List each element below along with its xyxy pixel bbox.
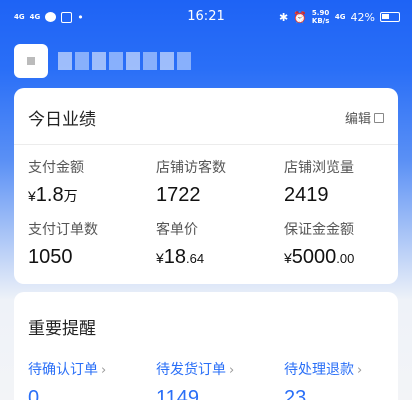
reminder-pending-ship[interactable]: 待发货订单 › 1149 (156, 359, 284, 400)
metric-value: ¥1.8万 (28, 184, 78, 206)
metric-value: ¥5000.00 (284, 246, 355, 268)
reminder-label: 待处理退款 › (284, 362, 363, 378)
metric-avg-order-value[interactable]: 客单价 ¥18.64 (156, 207, 284, 269)
more-dot-icon: • (77, 10, 84, 24)
reminder-value: 0 (28, 387, 40, 400)
metric-label: 保证金金额 (284, 222, 354, 238)
important-reminders-card: 重要提醒 待确认订单 › 0 待发货订单 › 1149 待处理退款 › 23 (14, 292, 398, 400)
network-indicator-2: 4G (29, 13, 41, 21)
reminders-grid: 待确认订单 › 0 待发货订单 › 1149 待处理退款 › 23 (14, 339, 398, 400)
metric-label: 店铺访客数 (156, 160, 226, 176)
metric-label: 支付金额 (28, 160, 84, 176)
edit-icon (374, 112, 384, 123)
battery-icon (380, 12, 400, 22)
metric-payment-amount[interactable]: 支付金额 ¥1.8万 (28, 145, 156, 207)
edit-label: 编辑 (344, 112, 371, 127)
metric-value: 1722 (156, 184, 201, 206)
reminders-title: 重要提醒 (28, 319, 96, 339)
reminder-label: 待确认订单 › (28, 362, 107, 378)
chevron-right-icon: › (229, 363, 235, 378)
status-left: 4G 4G • (14, 11, 84, 24)
metric-value: 1050 (28, 246, 73, 268)
today-performance-card: 今日业绩 编辑 支付金额 ¥1.8万 店铺访客数 1722 店铺浏览量 2419… (14, 88, 398, 284)
chat-icon (45, 12, 57, 22)
app-notification-icon (61, 11, 73, 23)
reminder-value: 1149 (156, 387, 200, 400)
chevron-right-icon: › (357, 363, 363, 378)
metric-label: 客单价 (156, 222, 198, 238)
metric-value: 2419 (284, 184, 329, 206)
performance-title: 今日业绩 (28, 110, 96, 130)
edit-button[interactable]: 编辑 (345, 108, 384, 127)
store-name-redacted (58, 52, 191, 70)
network-indicator-3: 4G (334, 13, 346, 21)
status-right: ✱ ⏰ 5.90 KB/s 4G 42% (279, 9, 400, 25)
status-bar: 4G 4G • 16:21 ✱ ⏰ 5.90 KB/s 4G 42% (0, 0, 412, 34)
metric-store-visitors[interactable]: 店铺访客数 1722 (156, 145, 284, 207)
metrics-grid: 支付金额 ¥1.8万 店铺访客数 1722 店铺浏览量 2419 支付订单数 1… (14, 145, 398, 269)
metric-label: 支付订单数 (28, 222, 98, 238)
metric-store-pageviews[interactable]: 店铺浏览量 2419 (284, 145, 412, 207)
chevron-right-icon: › (101, 363, 107, 378)
network-speed: 5.90 KB/s (311, 9, 330, 25)
reminder-label: 待发货订单 › (156, 362, 235, 378)
store-header[interactable] (0, 34, 412, 88)
alarm-icon: ⏰ (293, 10, 307, 24)
reminder-value: 23 (284, 387, 307, 400)
metric-paid-orders[interactable]: 支付订单数 1050 (28, 207, 156, 269)
reminder-pending-confirm[interactable]: 待确认订单 › 0 (28, 359, 156, 400)
metric-value: ¥18.64 (156, 246, 205, 268)
battery-percent: 42% (350, 10, 375, 24)
network-indicator-1: 4G (14, 13, 25, 21)
store-avatar[interactable] (14, 44, 48, 78)
bluetooth-icon: ✱ (279, 10, 289, 24)
status-time: 16:21 (187, 9, 225, 24)
reminder-pending-refund[interactable]: 待处理退款 › 23 (284, 359, 412, 400)
metric-deposit-amount[interactable]: 保证金金额 ¥5000.00 (284, 207, 412, 269)
metric-label: 店铺浏览量 (284, 160, 354, 176)
